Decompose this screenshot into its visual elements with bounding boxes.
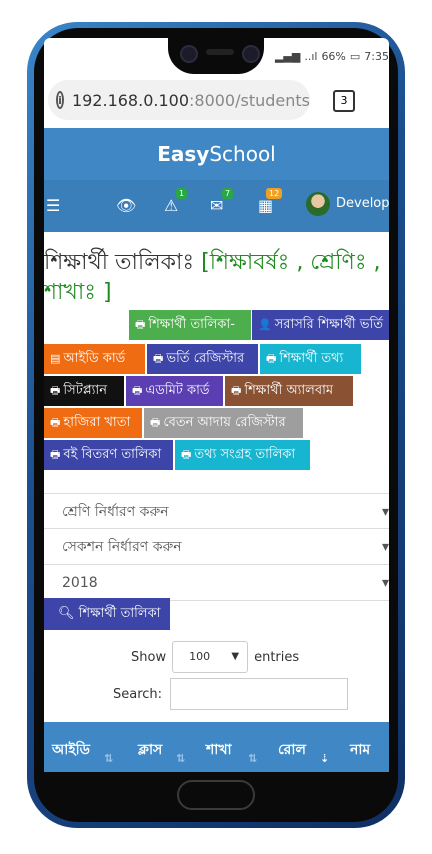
chevron-down-icon: ▾	[381, 539, 389, 555]
home-button[interactable]	[177, 780, 255, 810]
caret-down-icon: ▼	[231, 651, 240, 662]
brand-logo[interactable]: EasySchool	[157, 142, 276, 166]
battery-percent: 66%	[321, 50, 346, 63]
app-header: EasySchool	[44, 128, 389, 180]
column-header-roll[interactable]: রোল	[278, 738, 306, 762]
print-icon: 🖶	[50, 448, 61, 461]
seat-plan-button[interactable]: 🖶 সিটপ্ল্যান	[44, 376, 124, 406]
print-icon: 🖶	[50, 384, 61, 397]
address-bar[interactable]: i 192.168.0.100:8000/students	[48, 80, 310, 120]
column-header-class[interactable]: ক্লাস	[138, 738, 162, 762]
top-navbar: ☰ 👁 ⚠1 ✉7 ▦12 Develope	[44, 180, 389, 232]
entries-length-select[interactable]: 100 ▼	[172, 641, 249, 673]
student-album-button[interactable]: 🖶 শিক্ষার্থী অ্যালবাম	[225, 376, 353, 406]
print-icon: 🖶	[231, 384, 242, 397]
entries-label: entries	[254, 649, 300, 665]
sort-icon: ⇅	[176, 752, 186, 765]
fee-register-button[interactable]: 🖶 বেতন আদায় রেজিস্টার	[144, 408, 303, 438]
mail-badge: 7	[222, 188, 234, 199]
print-icon: 🖶	[153, 352, 164, 365]
apps-badge: 12	[266, 188, 283, 199]
add-user-icon: 👤	[258, 318, 272, 331]
front-sensor	[242, 45, 260, 63]
length-control: Show 100 ▼ entries	[131, 641, 299, 673]
tab-switcher-button[interactable]: 3	[333, 90, 355, 112]
student-list-search-button[interactable]: 🔍︎ শিক্ষার্থী তালিকা	[44, 598, 170, 630]
url-host: 192.168.0.100	[71, 90, 189, 110]
id-card-icon: ▤	[50, 352, 61, 365]
battery-icon: ▭	[349, 50, 361, 63]
sort-icon: ⇅	[104, 752, 114, 765]
attendance-book-button[interactable]: 🖶 হাজিরা খাতা	[44, 408, 142, 438]
hamburger-menu-icon[interactable]: ☰	[46, 196, 60, 215]
chevron-down-icon: ▾	[381, 575, 389, 591]
book-distribution-button[interactable]: 🖶 বই বিতরণ তালিকা	[44, 440, 173, 470]
url-text[interactable]: 192.168.0.100:8000/students	[72, 91, 310, 110]
table-header: আইডি ⇅ ক্লাস ⇅ শাখা ⇅ রোল ⇣ নাম	[44, 722, 389, 772]
class-select[interactable]: শ্রেণি নির্ধারণ করুন ▾	[44, 493, 389, 529]
column-header-section[interactable]: শাখা	[206, 738, 232, 762]
page-title: শিক্ষার্থী তালিকাঃ [শিক্ষাবর্ষঃ , শ্রেণি…	[44, 250, 381, 305]
direct-admission-button[interactable]: 👤 সরাসরি শিক্ষার্থী ভর্তি	[252, 310, 389, 340]
table-search: Search:	[113, 678, 349, 710]
data-collection-button[interactable]: 🖶 তথ্য সংগ্রহ তালিকা	[175, 440, 310, 470]
section-select[interactable]: সেকশন নির্ধারণ করুন ▾	[44, 529, 389, 565]
student-list-button[interactable]: 🖶 শিক্ষার্থী তালিকা-	[129, 310, 251, 340]
print-icon: 🖶	[135, 318, 146, 331]
url-path: :8000/students	[189, 90, 310, 110]
admission-register-button[interactable]: 🖶 ভর্তি রেজিস্টার	[147, 344, 258, 374]
student-info-button[interactable]: 🖶 শিক্ষার্থী তথ্য	[260, 344, 361, 374]
signal-icon: ▂▄▆	[274, 50, 301, 63]
eye-icon[interactable]: 👁	[116, 196, 136, 215]
sort-icon: ⇅	[248, 752, 258, 765]
chevron-down-icon: ▾	[381, 504, 389, 520]
column-header-name[interactable]: নাম	[350, 738, 370, 762]
alert-badge: 1	[176, 188, 188, 199]
alert-icon[interactable]: ⚠ 1	[164, 188, 188, 215]
avatar[interactable]	[306, 192, 330, 216]
id-card-button[interactable]: ▤ আইডি কার্ড	[44, 344, 145, 374]
info-icon[interactable]: i	[56, 91, 64, 109]
column-header-id[interactable]: আইডি	[52, 738, 90, 762]
apps-grid-icon[interactable]: ▦ 12	[258, 188, 283, 215]
print-icon: 🖶	[181, 448, 192, 461]
user-name[interactable]: Develope	[336, 196, 389, 211]
signal-text: ..ıl	[304, 50, 318, 63]
year-select[interactable]: 2018 ▾	[44, 565, 389, 601]
clock: 7:35	[364, 50, 389, 63]
table-search-input[interactable]	[170, 678, 349, 710]
print-icon: 🖶	[50, 416, 61, 429]
screen: ▂▄▆ ..ıl 66% ▭ 7:35 i 192.168.0.100:8000…	[44, 38, 389, 772]
print-icon: 🖶	[266, 352, 277, 365]
print-icon: 🖶	[132, 384, 143, 397]
browser-menu-icon[interactable]: ⋮	[381, 84, 389, 104]
earpiece	[206, 49, 234, 55]
mail-icon[interactable]: ✉ 7	[210, 188, 234, 215]
show-label: Show	[131, 649, 167, 665]
browser-toolbar: i 192.168.0.100:8000/students 3 ⋮	[44, 76, 389, 128]
print-icon: 🖶	[150, 416, 161, 429]
admit-card-button[interactable]: 🖶 এডমিট কার্ড	[126, 376, 223, 406]
search-icon: 🔍︎	[58, 606, 75, 621]
front-camera	[180, 45, 198, 63]
sort-ascending-icon: ⇣	[320, 752, 330, 765]
search-label: Search:	[113, 686, 163, 702]
